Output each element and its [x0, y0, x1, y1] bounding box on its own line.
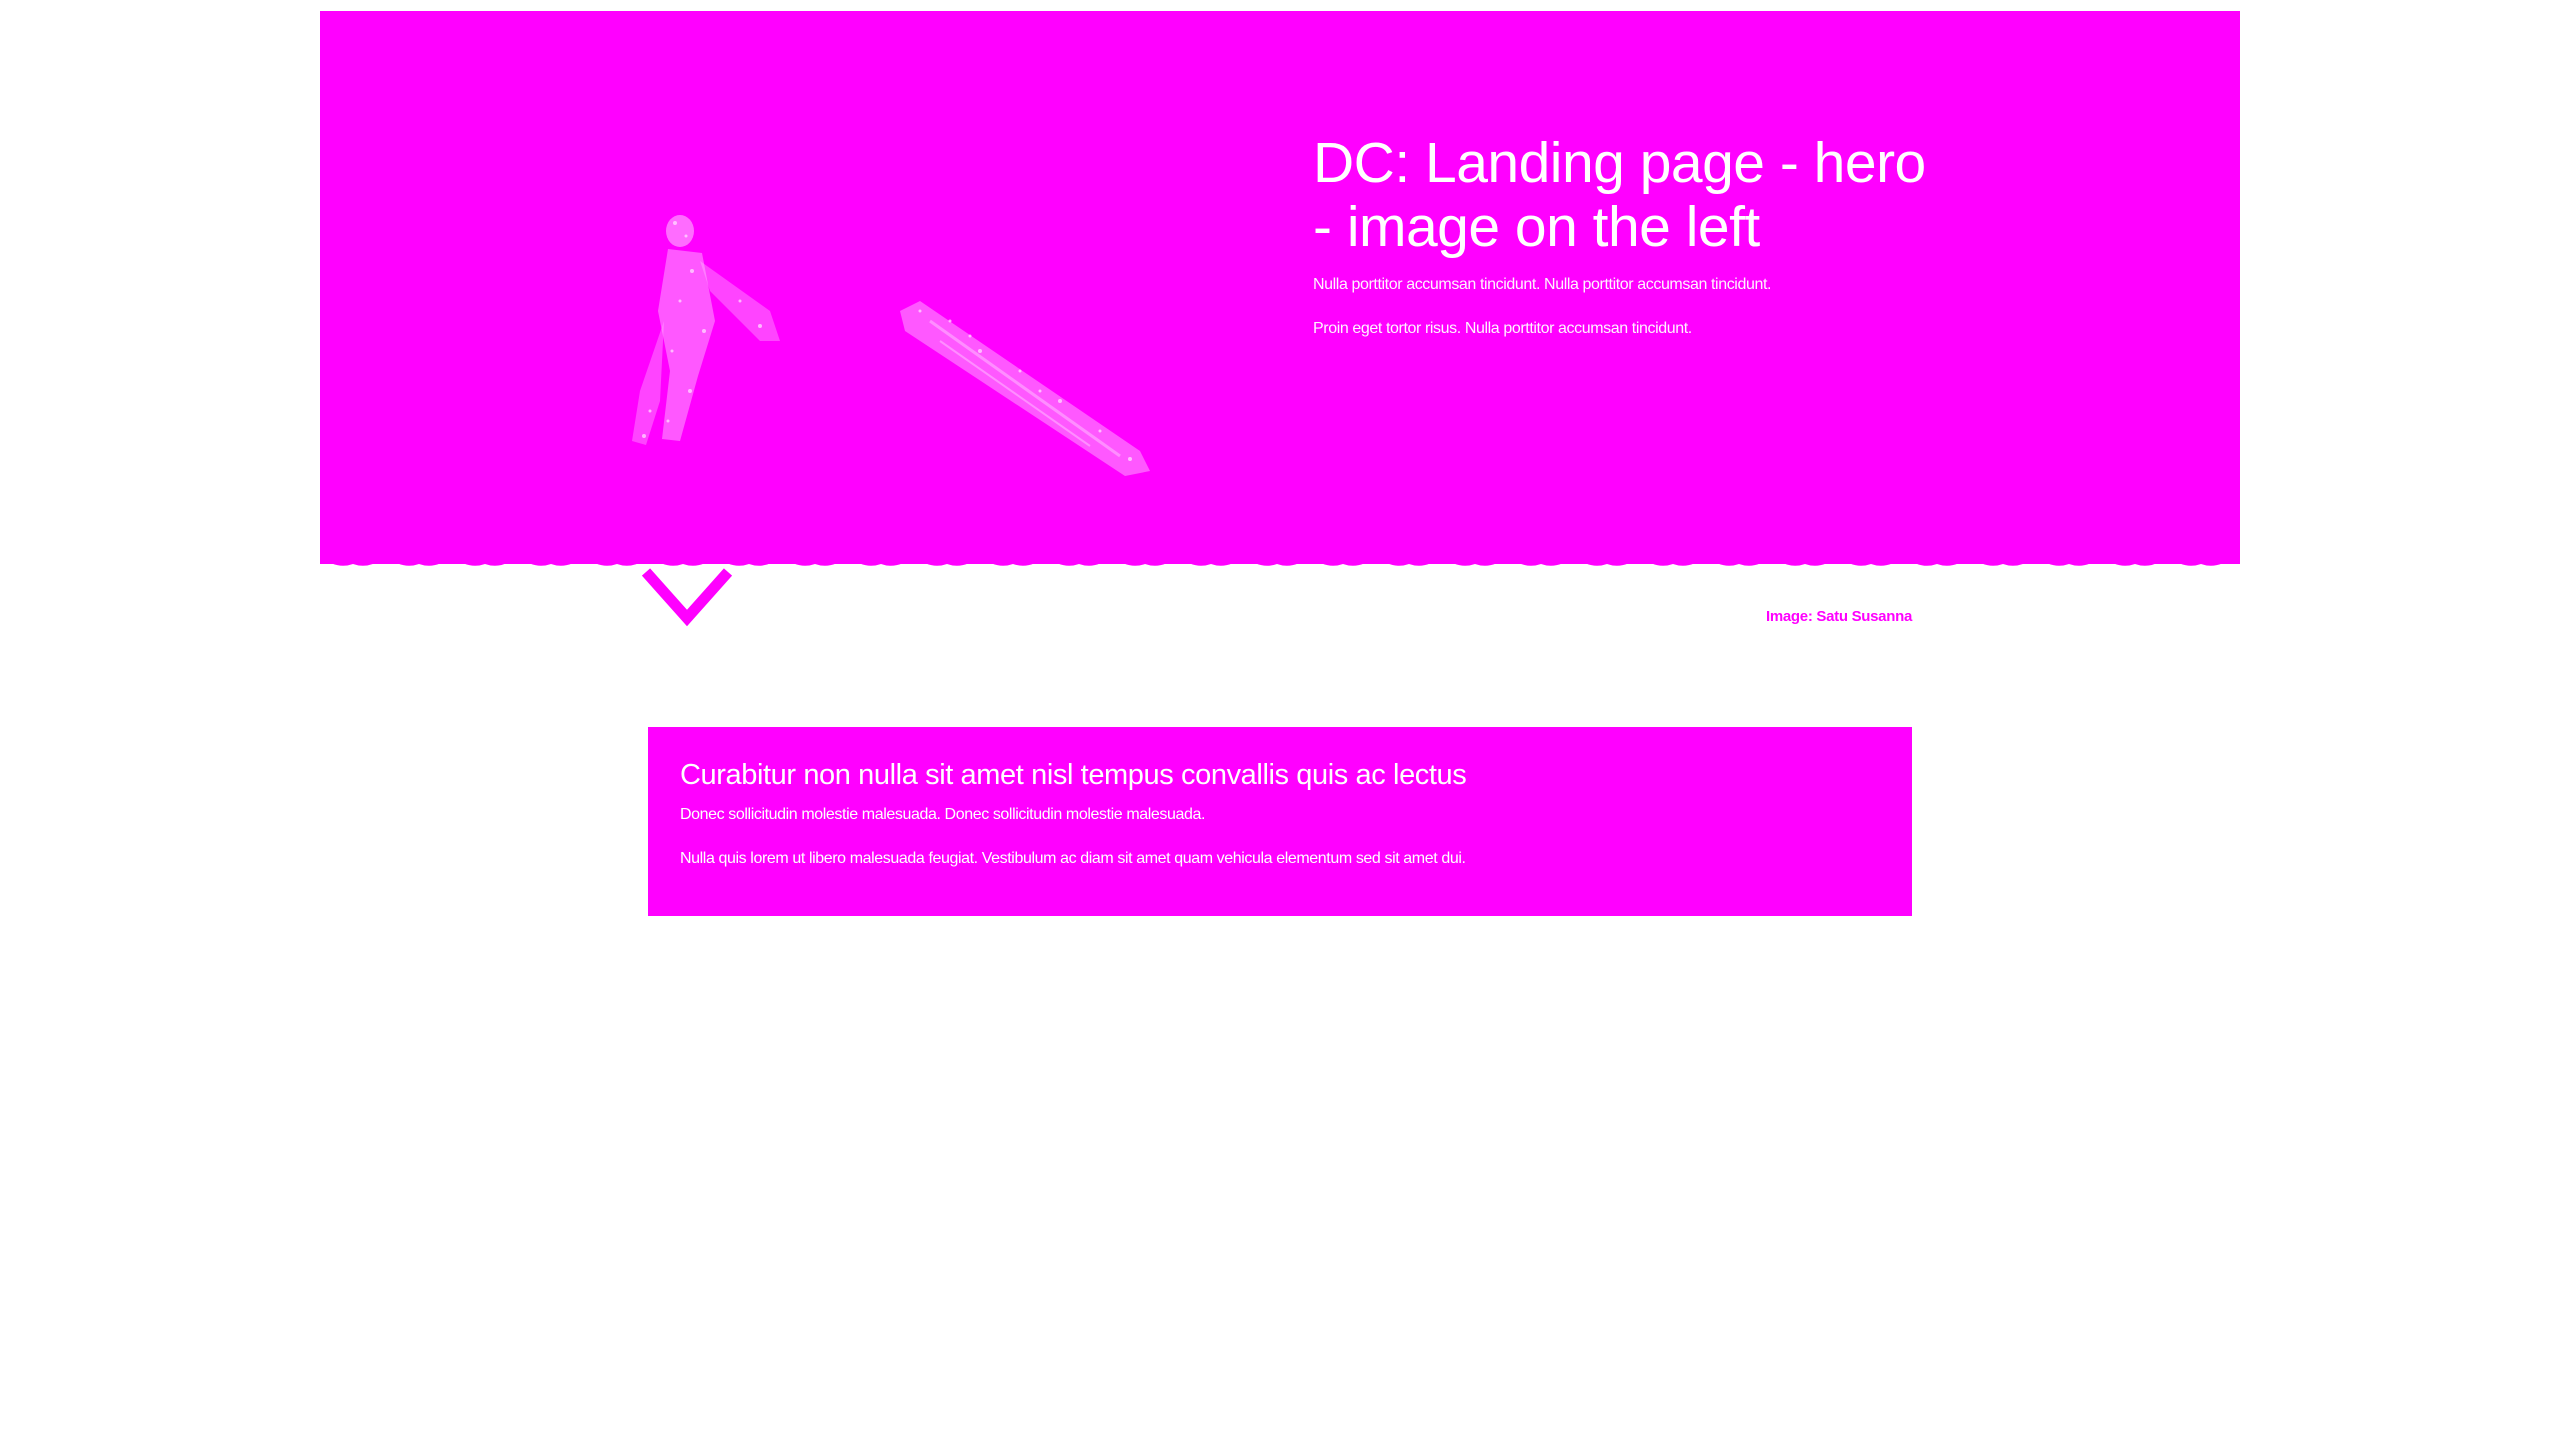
kite-surfer-illustration — [632, 215, 1150, 476]
wave-divider — [320, 556, 2240, 566]
hero-title: DC: Landing page - hero - image on the l… — [1313, 131, 1926, 259]
hero-text: DC: Landing page - hero - image on the l… — [1313, 131, 1933, 339]
info-box-heading: Curabitur non nulla sit amet nisl tempus… — [680, 759, 1467, 791]
chevron-down-icon — [641, 568, 733, 627]
hero-paragraph: Proin eget tortor risus. Nulla porttitor… — [1313, 320, 1692, 337]
scroll-down-button[interactable] — [640, 566, 734, 632]
hero-paragraph: Nulla porttitor accumsan tincidunt. Null… — [1313, 276, 1772, 293]
info-box-paragraph: Nulla quis lorem ut libero malesuada feu… — [680, 850, 1466, 867]
image-credit: Image: Satu Susanna — [1765, 608, 1912, 625]
info-box-paragraph: Donec sollicitudin molestie malesuada. D… — [680, 806, 1206, 823]
info-box: Curabitur non nulla sit amet nisl tempus… — [648, 727, 1912, 916]
hero-section: DC: Landing page - hero - image on the l… — [320, 11, 2240, 564]
hero-image — [620, 201, 1200, 511]
